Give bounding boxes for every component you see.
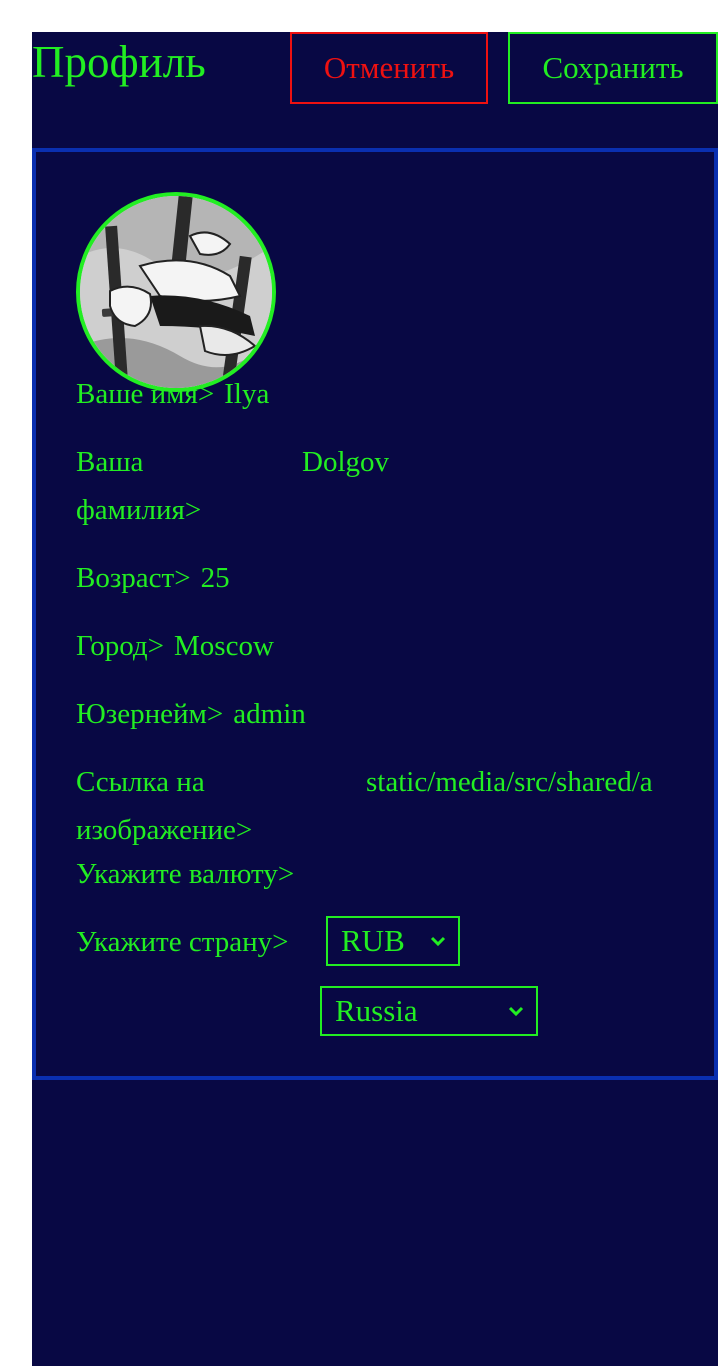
avatar-manga-swords-icon (80, 196, 272, 388)
page-title: Профиль (32, 37, 206, 87)
profile-page: Профиль Отменить Сохранить Ваше имя> Ilya (32, 32, 718, 1366)
last-name-label: Ваша фамилия> (76, 446, 202, 526)
chevron-down-icon (508, 1006, 524, 1017)
cancel-button[interactable]: Отменить (290, 32, 488, 104)
currency-label: Укажите валюту> (76, 858, 295, 890)
username-row: Юзернейм> admin (76, 690, 306, 738)
username-label: Юзернейм> (76, 698, 224, 730)
username-value: admin (233, 698, 306, 730)
first-name-value: Ilya (224, 378, 270, 410)
country-label: Укажите страну> (76, 926, 289, 958)
profile-card: Ваше имя> Ilya Ваша фамилия> Dolgov Возра… (32, 148, 718, 1080)
save-button[interactable]: Сохранить (508, 32, 718, 104)
first-name-row: Ваше имя> Ilya (76, 370, 269, 418)
image-link-value: static/media/src/shared/a (366, 766, 653, 798)
age-label: Возраст> (76, 562, 191, 594)
last-name-row: Ваша фамилия> Dolgov (76, 438, 676, 534)
country-select[interactable]: Russia (320, 986, 538, 1036)
currency-selected: RUB (341, 923, 405, 958)
age-row: Возраст> 25 (76, 554, 230, 602)
first-name-label: Ваше имя> (76, 378, 215, 410)
currency-select[interactable]: RUB (326, 916, 460, 966)
country-selected: Russia (335, 993, 418, 1028)
chevron-down-icon (430, 936, 446, 947)
city-row: Город> Moscow (76, 622, 274, 670)
image-link-row: Ссылка на изображение> static/media/src/… (76, 758, 676, 854)
age-value: 25 (200, 562, 230, 594)
last-name-value: Dolgov (302, 446, 389, 478)
city-label: Город> (76, 630, 164, 662)
currency-row: Укажите валюту> (76, 850, 294, 898)
country-row: Укажите страну> (76, 918, 289, 966)
city-value: Moscow (174, 630, 274, 662)
avatar (76, 192, 276, 392)
profile-header: Профиль Отменить Сохранить (32, 32, 718, 108)
image-link-label: Ссылка на изображение> (76, 766, 253, 846)
